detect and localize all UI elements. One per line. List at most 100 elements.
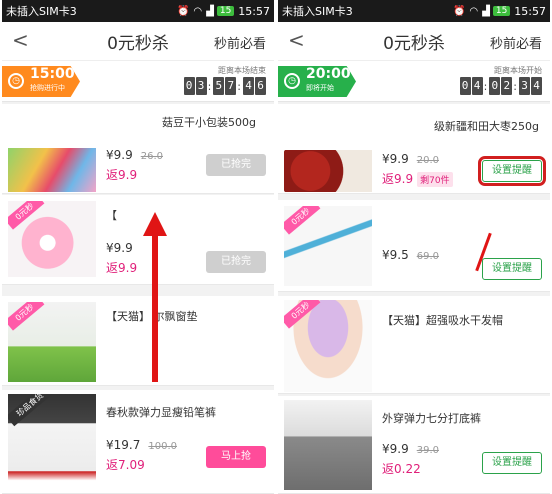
title-bar: < 0元秒杀 秒前必看 bbox=[2, 22, 274, 60]
status-bar: 未插入SIM卡3 ⏰ ◠ ▟ 15 15:57 bbox=[278, 0, 550, 22]
countdown-digit: 3 bbox=[519, 77, 530, 95]
countdown-digit: 2 bbox=[501, 77, 513, 95]
original-price: 20.0 bbox=[416, 155, 439, 166]
product-card[interactable]: 菇豆干小包装500g ¥9.9 26.0 返9.9 已抢完 bbox=[2, 104, 274, 194]
carrier-text: 未插入SIM卡3 bbox=[282, 5, 353, 18]
product-card[interactable]: 级新疆和田大枣250g ¥9.9 20.0 返9.9 剩70件 设置提醒 bbox=[278, 104, 550, 194]
buy-now-button[interactable]: 马上抢 bbox=[206, 446, 266, 468]
product-card[interactable]: 外穿弹力七分打底裤 ¥9.9 39.0 返0.22 设置提醒 bbox=[278, 396, 550, 494]
stock-remaining-badge: 剩70件 bbox=[417, 172, 453, 187]
battery-icon: 15 bbox=[216, 6, 235, 16]
original-price: 26.0 bbox=[140, 151, 163, 162]
sold-out-button[interactable]: 已抢完 bbox=[206, 154, 266, 176]
price-row: ¥19.7 100.0 bbox=[106, 438, 177, 452]
set-reminder-button[interactable]: 设置提醒 bbox=[478, 156, 546, 186]
product-card[interactable]: 0元秒 【天猫】超强吸水干发帽 bbox=[278, 296, 550, 394]
countdown-digit: 5 bbox=[213, 77, 225, 95]
product-image: 0元秒 bbox=[284, 206, 372, 286]
countdown-digit: 4 bbox=[243, 77, 254, 95]
rebate-amount: 9.9 bbox=[394, 172, 414, 186]
sale-price: ¥9.9 bbox=[382, 442, 409, 456]
clock-icon: ◷ bbox=[284, 73, 300, 89]
rebate-row: 返0.22 bbox=[382, 460, 421, 477]
price-row: ¥9.9 bbox=[106, 241, 133, 255]
wifi-icon: ◠ bbox=[193, 5, 203, 17]
sale-price: ¥9.9 bbox=[106, 241, 133, 255]
countdown-digit: 0 bbox=[459, 77, 471, 95]
countdown-digit: 7 bbox=[225, 77, 237, 95]
product-name: 级新疆和田大枣250g bbox=[434, 120, 539, 133]
rebate-row: 返9.9 剩70件 bbox=[382, 170, 453, 187]
sale-price: ¥9.9 bbox=[382, 152, 409, 166]
countdown-digit: 0 bbox=[183, 77, 195, 95]
product-image: 0元秒 bbox=[8, 201, 96, 277]
sale-price: ¥9.9 bbox=[106, 148, 133, 162]
product-card[interactable]: 珍品食货 春秋款弹力显瘦铅笔裤 ¥19.7 100.0 返7.09 马上抢 bbox=[2, 390, 274, 494]
rebate-label: 返 bbox=[106, 458, 119, 472]
rebate-amount: 0.22 bbox=[394, 462, 421, 476]
countdown-label: 距离本场开始 bbox=[494, 66, 542, 75]
back-arrow-icon[interactable]: < bbox=[288, 28, 305, 52]
rebate-row: 返7.09 bbox=[106, 456, 145, 473]
alarm-icon: ⏰ bbox=[452, 5, 466, 17]
original-price: 100.0 bbox=[148, 441, 177, 452]
clock-time: 15:57 bbox=[514, 4, 546, 18]
original-price: 69.0 bbox=[416, 251, 439, 262]
price-row: ¥9.9 39.0 bbox=[382, 442, 439, 456]
product-image: 珍品食货 bbox=[8, 394, 96, 490]
clock-time: 15:57 bbox=[238, 4, 270, 18]
product-image: 0元秒 bbox=[284, 300, 372, 392]
set-reminder-button[interactable]: 设置提醒 bbox=[482, 258, 542, 280]
swipe-up-arrow-shaft bbox=[152, 232, 158, 382]
signal-icon: ▟ bbox=[206, 5, 214, 17]
original-price: 39.0 bbox=[416, 445, 439, 456]
product-image bbox=[284, 150, 372, 192]
session-status: 即将开始 bbox=[306, 84, 334, 92]
rebate-label: 返 bbox=[106, 261, 119, 275]
left-phone-screen: 未插入SIM卡3 ⏰ ◠ ▟ 15 15:57 < 0元秒杀 秒前必看 ◷ 15… bbox=[2, 0, 274, 494]
product-name: 【 bbox=[106, 209, 117, 222]
price-row: ¥9.9 20.0 bbox=[382, 152, 439, 166]
product-card[interactable]: 0元秒 【天猫】 尔飘窗垫 bbox=[2, 296, 274, 386]
promo-badge: 0元秒 bbox=[284, 300, 321, 329]
session-tab[interactable]: ◷ 20:00 即将开始 bbox=[278, 66, 356, 97]
rebate-label: 返 bbox=[382, 462, 395, 476]
product-name: 春秋款弹力显瘦铅笔裤 bbox=[106, 406, 216, 419]
rules-link[interactable]: 秒前必看 bbox=[490, 33, 542, 52]
signal-icon: ▟ bbox=[482, 5, 490, 17]
product-card[interactable]: 0元秒 ¥9.5 69.0 设置提醒 bbox=[278, 200, 550, 292]
promo-badge: 0元秒 bbox=[8, 201, 45, 230]
countdown-digit: 4 bbox=[531, 77, 542, 95]
product-image: 0元秒 bbox=[8, 302, 96, 382]
promo-badge: 0元秒 bbox=[284, 206, 321, 235]
countdown-digit: 6 bbox=[255, 77, 266, 95]
countdown-timer: 0 4 : 0 2 : 3 4 bbox=[459, 77, 542, 95]
rebate-amount: 9.9 bbox=[118, 261, 138, 275]
carrier-text: 未插入SIM卡3 bbox=[6, 5, 77, 18]
wifi-icon: ◠ bbox=[469, 5, 479, 17]
price-row: ¥9.9 26.0 bbox=[106, 148, 163, 162]
rebate-label: 返 bbox=[106, 168, 119, 182]
session-bar: ◷ 15:00 抢购进行中 距离本场结束 0 3 : 5 7 : 4 6 bbox=[2, 60, 274, 102]
rebate-amount: 7.09 bbox=[118, 458, 145, 472]
rebate-amount: 9.9 bbox=[118, 168, 138, 182]
rules-link[interactable]: 秒前必看 bbox=[214, 33, 266, 52]
countdown-timer: 0 3 : 5 7 : 4 6 bbox=[183, 77, 266, 95]
countdown-digit: 0 bbox=[489, 77, 501, 95]
product-name: 菇豆干小包装500g bbox=[162, 116, 256, 129]
session-bar: ◷ 20:00 即将开始 距离本场开始 0 4 : 0 2 : 3 4 bbox=[278, 60, 550, 102]
rebate-row: 返9.9 bbox=[106, 166, 137, 183]
session-tab[interactable]: ◷ 15:00 抢购进行中 bbox=[2, 66, 80, 97]
right-phone-screen: 未插入SIM卡3 ⏰ ◠ ▟ 15 15:57 < 0元秒杀 秒前必看 ◷ 20… bbox=[278, 0, 550, 494]
rebate-label: 返 bbox=[382, 172, 395, 186]
set-reminder-button[interactable]: 设置提醒 bbox=[482, 452, 542, 474]
product-card[interactable]: 0元秒 【 ¥9.9 返9.9 已抢完 bbox=[2, 195, 274, 285]
back-arrow-icon[interactable]: < bbox=[12, 28, 29, 52]
sale-price: ¥19.7 bbox=[106, 438, 141, 452]
sold-out-button[interactable]: 已抢完 bbox=[206, 251, 266, 273]
product-image bbox=[284, 400, 372, 490]
session-time: 20:00 bbox=[306, 66, 351, 82]
product-image bbox=[8, 148, 96, 192]
alarm-icon: ⏰ bbox=[176, 5, 190, 17]
product-name: 【天猫】超强吸水干发帽 bbox=[382, 314, 503, 327]
